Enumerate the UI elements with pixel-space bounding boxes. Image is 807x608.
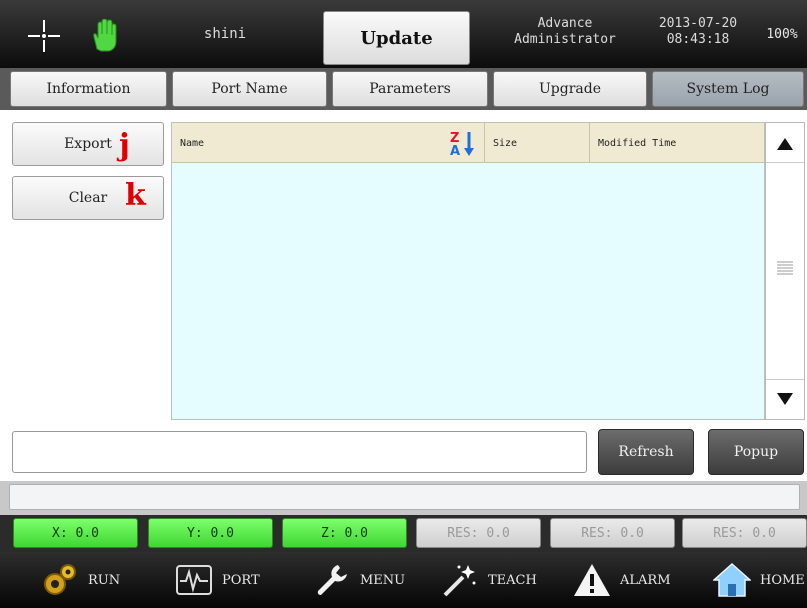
warning-icon — [572, 560, 612, 600]
export-label: Export — [64, 136, 112, 152]
table-header: Name Z A Size Modified Time — [172, 123, 764, 163]
nav-alarm[interactable]: ALARM — [572, 556, 671, 604]
nav-run[interactable]: RUN — [40, 556, 120, 604]
grip-lines-icon[interactable] — [776, 253, 794, 283]
hand-icon[interactable] — [86, 18, 122, 54]
popup-button[interactable]: Popup — [708, 429, 804, 475]
coord-res-2: RES: 0.0 — [550, 518, 675, 548]
nav-menu-label: MENU — [360, 572, 406, 588]
bottom-nav: RUN PORT MENU TEACH ALARM HOME — [0, 552, 807, 608]
tab-bar: Information Port Name Parameters Upgrade… — [0, 68, 807, 110]
triangle-up-icon[interactable] — [766, 125, 804, 163]
nav-home-label: HOME — [760, 572, 805, 588]
export-hotkey: j — [119, 128, 130, 163]
role-line-1: Advance — [537, 16, 593, 31]
tab-information[interactable]: Information — [10, 71, 167, 107]
nav-teach-label: TEACH — [488, 572, 537, 588]
nav-run-label: RUN — [88, 572, 121, 588]
column-size-label: Size — [493, 137, 518, 149]
triangle-down-icon[interactable] — [766, 379, 804, 417]
coord-x: X: 0.0 — [13, 518, 138, 548]
vertical-scrollbar[interactable] — [765, 122, 805, 420]
svg-text:A: A — [450, 144, 460, 157]
role-line-2: Administrator — [514, 32, 616, 47]
column-header-size[interactable]: Size — [485, 123, 590, 163]
tab-parameters[interactable]: Parameters — [332, 71, 488, 107]
magic-wand-icon — [440, 560, 480, 600]
wrench-icon — [312, 560, 352, 600]
coord-res-3: RES: 0.0 — [682, 518, 807, 548]
date-text: 2013-07-20 — [658, 16, 738, 31]
datetime: 2013-07-20 08:43:18 — [648, 6, 748, 58]
clear-label: Clear — [68, 190, 108, 206]
file-table: Name Z A Size Modified Time — [171, 122, 765, 420]
crosshair-icon[interactable] — [26, 18, 62, 54]
refresh-button[interactable]: Refresh — [598, 429, 694, 475]
tab-port-name[interactable]: Port Name — [172, 71, 327, 107]
column-header-modified[interactable]: Modified Time — [590, 123, 764, 163]
coordinate-bar: X: 0.0 Y: 0.0 Z: 0.0 RES: 0.0 RES: 0.0 R… — [0, 515, 807, 552]
path-input[interactable] — [12, 431, 587, 473]
coord-y: Y: 0.0 — [148, 518, 273, 548]
column-header-name[interactable]: Name Z A — [172, 123, 485, 163]
nav-alarm-label: ALARM — [620, 572, 671, 588]
tab-upgrade[interactable]: Upgrade — [493, 71, 647, 107]
sort-z-a-icon[interactable]: Z A — [448, 129, 476, 159]
time-text: 08:43:18 — [666, 32, 730, 47]
column-name-label: Name — [180, 137, 205, 149]
column-modified-label: Modified Time — [598, 137, 677, 149]
nav-teach[interactable]: TEACH — [440, 556, 537, 604]
message-bar — [9, 484, 800, 510]
status-bar: shini Update Advance Administrator 2013-… — [0, 0, 807, 68]
nav-menu[interactable]: MENU — [312, 556, 405, 604]
clear-hotkey: k — [125, 178, 146, 213]
nav-port[interactable]: PORT — [174, 556, 260, 604]
nav-home[interactable]: HOME — [712, 556, 805, 604]
page-title: Update — [323, 11, 470, 65]
percent-indicator: 100% — [766, 26, 798, 42]
coord-res-1: RES: 0.0 — [416, 518, 541, 548]
tab-system-log[interactable]: System Log — [652, 71, 804, 107]
export-button[interactable]: Export — [12, 122, 164, 166]
coord-z: Z: 0.0 — [282, 518, 407, 548]
gears-icon — [40, 560, 80, 600]
house-icon — [712, 560, 752, 600]
user-role: Advance Administrator — [500, 6, 630, 58]
waveform-icon — [174, 560, 214, 600]
nav-port-label: PORT — [222, 572, 260, 588]
user-name: shini — [203, 26, 247, 42]
